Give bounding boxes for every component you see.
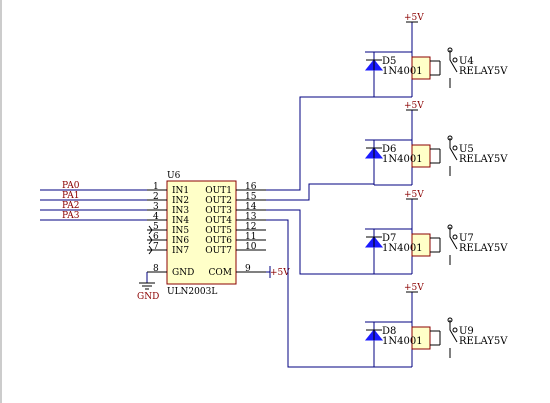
pin-in-name: GND bbox=[172, 268, 194, 278]
relay-block-4[interactable] bbox=[364, 292, 458, 368]
input-wires bbox=[40, 189, 147, 221]
pin-in-name: IN4 bbox=[172, 216, 189, 226]
relay-block-1[interactable] bbox=[364, 22, 458, 98]
pin-out-name: OUT5 bbox=[205, 226, 232, 236]
uln2003-chip[interactable]: U6 ULN2003L IN1 IN2 IN3 IN4 IN5 IN6 IN7 … bbox=[147, 171, 266, 297]
diode-4-part: 1N4001 bbox=[382, 336, 423, 347]
relay-block-3[interactable] bbox=[364, 199, 458, 275]
out2-route bbox=[266, 183, 374, 201]
net-label-pa0: PA0 bbox=[62, 181, 80, 191]
pin-out-name: OUT6 bbox=[205, 236, 232, 246]
relay-4-part: RELAY5V bbox=[459, 336, 508, 347]
chip-part-label: ULN2003L bbox=[167, 287, 217, 297]
pin-out-name: OUT3 bbox=[205, 206, 232, 216]
relay-3-power: +5V bbox=[404, 190, 424, 200]
net-label-pa3: PA3 bbox=[62, 211, 80, 221]
schematic-canvas: U6 ULN2003L IN1 IN2 IN3 IN4 IN5 IN6 IN7 … bbox=[0, 0, 550, 403]
pin-out-name: OUT2 bbox=[205, 196, 232, 206]
net-label-pa2: PA2 bbox=[62, 201, 79, 211]
diode-3-part: 1N4001 bbox=[382, 243, 423, 254]
pin-in-name: IN1 bbox=[172, 186, 189, 196]
pin-out-name: OUT1 bbox=[205, 186, 232, 196]
pin-in-name: IN5 bbox=[172, 226, 189, 236]
gnd-label: GND bbox=[137, 292, 159, 302]
relay-3-part: RELAY5V bbox=[459, 243, 508, 254]
relay-1-part: RELAY5V bbox=[459, 66, 508, 77]
pin-in-name: IN3 bbox=[172, 206, 189, 216]
pin-out-name: COM bbox=[209, 268, 232, 278]
relay-block-2[interactable] bbox=[364, 110, 458, 186]
relay-2-power: +5V bbox=[404, 101, 424, 111]
com-power-label: +5V bbox=[270, 268, 290, 278]
pin-out-name: OUT7 bbox=[205, 246, 232, 256]
pin-in-name: IN2 bbox=[172, 196, 189, 206]
pin-in-name: IN7 bbox=[172, 246, 189, 256]
diode-1-part: 1N4001 bbox=[382, 66, 423, 77]
chip-designator: U6 bbox=[167, 171, 181, 181]
out4-route bbox=[266, 219, 374, 368]
relay-2-part: RELAY5V bbox=[459, 154, 508, 165]
net-label-pa1: PA1 bbox=[62, 191, 79, 201]
out1-route bbox=[266, 96, 374, 191]
pin-out-name: OUT4 bbox=[205, 216, 232, 226]
pin-in-name: IN6 bbox=[172, 236, 189, 246]
relay-1-power: +5V bbox=[404, 13, 424, 23]
ground-symbol: GND bbox=[137, 272, 159, 302]
relay-4-power: +5V bbox=[404, 283, 424, 293]
diode-2-part: 1N4001 bbox=[382, 154, 423, 165]
